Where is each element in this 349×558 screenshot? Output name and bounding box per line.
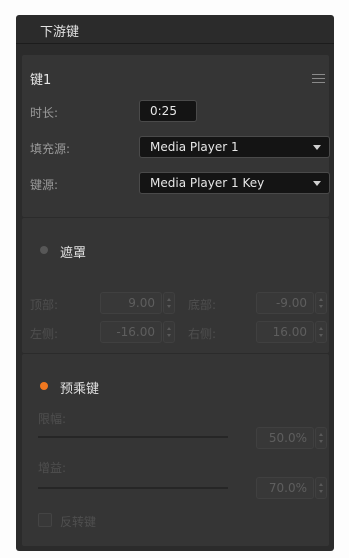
premultiply-panel: 预乘键 限幅: 50.0% 增益: 70.0% 反转键 [22,354,329,546]
gain-stepper[interactable] [315,477,327,499]
menu-icon[interactable] [312,74,325,84]
title-divider [16,43,334,44]
mask-right-label: 右侧: [188,327,217,341]
mask-left-stepper[interactable] [163,321,175,343]
chevron-down-icon [313,145,321,150]
mask-top-label: 顶部: [30,298,59,312]
gain-input[interactable]: 70.0% [256,477,314,499]
mask-right-input[interactable]: 16.00 [256,321,314,343]
mask-panel: 遮罩 顶部: 9.00 底部: -9.00 左侧: -16.00 右侧: 16.… [22,218,329,353]
premultiply-toggle[interactable] [40,382,48,390]
clip-slider[interactable] [38,436,228,438]
premultiply-title: 预乘键 [60,382,100,397]
fill-source-label: 填充源: [30,142,71,156]
mask-bottom-input[interactable]: -9.00 [256,292,314,314]
mask-bottom-stepper[interactable] [315,292,327,314]
invert-key-checkbox[interactable] [38,513,52,527]
gain-slider[interactable] [38,487,228,489]
key-settings-panel: 键1 时长: 0:25 填充源: Media Player 1 键源: Medi… [22,55,330,217]
clip-input[interactable]: 50.0% [256,427,314,449]
rate-label: 时长: [30,106,59,120]
mask-left-input[interactable]: -16.00 [100,321,162,343]
mask-right-stepper[interactable] [315,321,327,343]
key-source-label: 键源: [30,178,59,192]
mask-top-input[interactable]: 9.00 [100,292,162,314]
mask-title: 遮罩 [60,246,87,261]
clip-stepper[interactable] [315,427,327,449]
fill-source-value: Media Player 1 [150,140,239,154]
invert-key-label: 反转键 [60,515,97,529]
mask-top-stepper[interactable] [163,292,175,314]
downstream-key-window: 下游键 键1 时长: 0:25 填充源: Media Player 1 键源: … [16,15,334,551]
mask-toggle[interactable] [40,246,48,254]
fill-source-select[interactable]: Media Player 1 [139,136,330,158]
key-source-value: Media Player 1 Key [150,176,265,190]
window-title: 下游键 [40,25,80,40]
mask-bottom-label: 底部: [188,298,217,312]
rate-input[interactable]: 0:25 [139,100,197,122]
key-source-select[interactable]: Media Player 1 Key [139,172,330,194]
gain-label: 增益: [38,461,67,475]
mask-left-label: 左侧: [30,327,59,341]
key-title: 键1 [30,73,52,88]
chevron-down-icon [313,181,321,186]
clip-label: 限幅: [38,412,67,426]
